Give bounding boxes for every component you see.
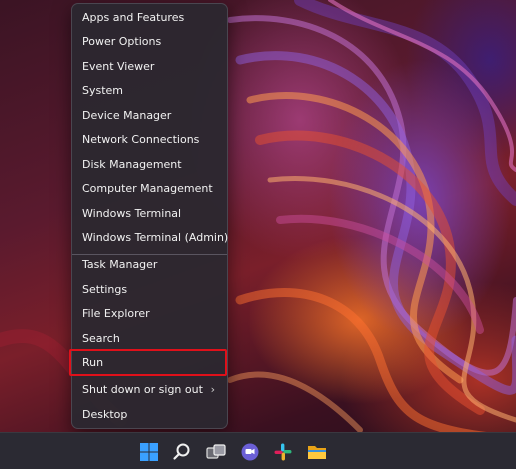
menu-item-shut-down-or-sign-out[interactable]: Shut down or sign out › — [76, 378, 225, 402]
menu-item-label: Event Viewer — [82, 60, 155, 73]
menu-item-windows-terminal[interactable]: Windows Terminal — [76, 202, 225, 226]
menu-item-file-explorer[interactable]: File Explorer — [76, 302, 225, 326]
menu-item-label: Desktop — [82, 408, 128, 421]
menu-item-computer-management[interactable]: Computer Management — [76, 177, 225, 201]
menu-item-system[interactable]: System — [76, 79, 225, 103]
teams-chat-icon[interactable] — [240, 442, 260, 462]
task-view-icon[interactable] — [206, 442, 226, 462]
menu-item-label: Windows Terminal — [82, 207, 182, 220]
menu-item-device-manager[interactable]: Device Manager — [76, 104, 225, 128]
chevron-right-icon: › — [210, 383, 215, 396]
menu-item-label: Shut down or sign out — [82, 383, 203, 396]
menu-item-label: Apps and Features — [82, 11, 185, 24]
menu-item-label: Computer Management — [82, 182, 213, 195]
menu-item-disk-management[interactable]: Disk Management — [76, 153, 225, 177]
menu-item-task-manager[interactable]: Task Manager — [76, 253, 225, 277]
search-icon[interactable] — [172, 442, 192, 462]
menu-item-label: Settings — [82, 283, 128, 296]
menu-item-label: Task Manager — [82, 258, 158, 271]
menu-item-apps-and-features[interactable]: Apps and Features — [76, 6, 225, 30]
menu-item-label: Power Options — [82, 35, 162, 48]
taskbar — [0, 432, 516, 469]
menu-item-settings[interactable]: Settings — [76, 278, 225, 302]
menu-item-network-connections[interactable]: Network Connections — [76, 128, 225, 152]
menu-item-search[interactable]: Search — [76, 327, 225, 351]
menu-item-label: File Explorer — [82, 307, 150, 320]
windows-start-icon[interactable] — [139, 442, 159, 462]
menu-item-desktop[interactable]: Desktop — [76, 403, 225, 427]
menu-item-windows-terminal-admin[interactable]: Windows Terminal (Admin) — [76, 226, 229, 250]
menu-item-label: Windows Terminal (Admin) — [82, 231, 229, 244]
menu-item-label: Search — [82, 332, 120, 345]
menu-item-label: Network Connections — [82, 133, 200, 146]
menu-item-label: System — [82, 84, 124, 97]
slack-icon[interactable] — [273, 442, 293, 462]
menu-item-event-viewer[interactable]: Event Viewer — [76, 55, 225, 79]
file-explorer-icon[interactable] — [307, 442, 327, 462]
menu-item-power-options[interactable]: Power Options — [76, 30, 225, 54]
run-highlight-box — [69, 349, 227, 376]
menu-item-label: Device Manager — [82, 109, 172, 122]
menu-item-label: Disk Management — [82, 158, 182, 171]
